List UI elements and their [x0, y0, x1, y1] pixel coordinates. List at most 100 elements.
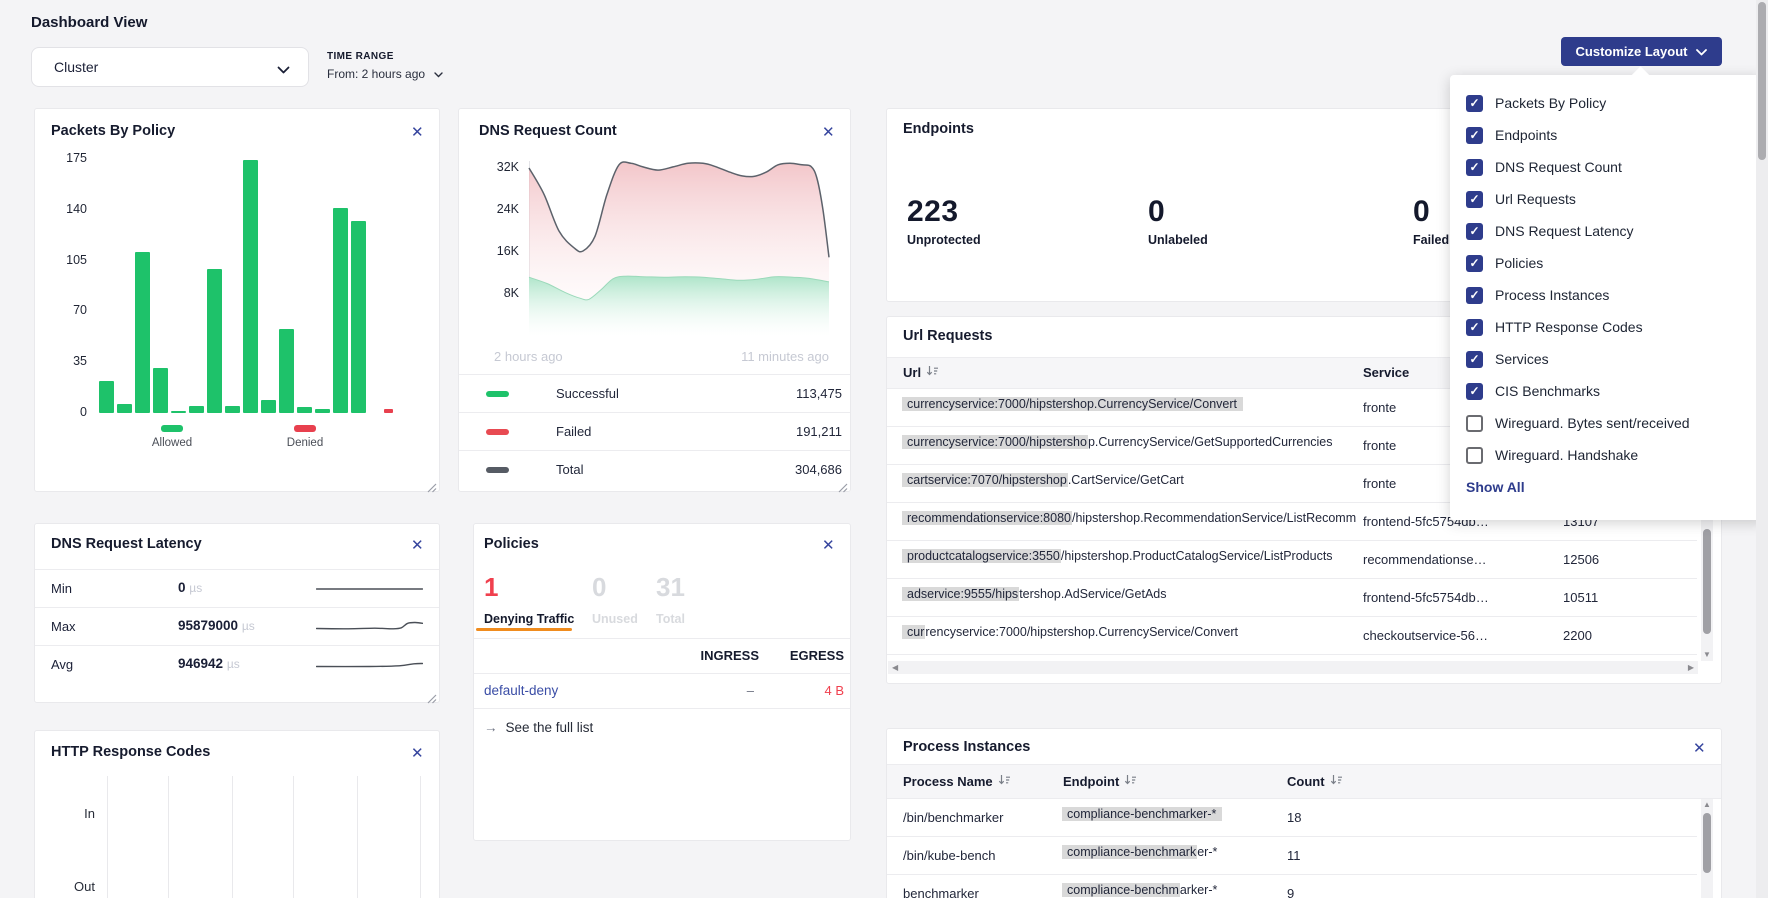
scroll-down-icon[interactable]: ▼ — [1703, 651, 1711, 659]
see-full-list-link[interactable]: →See the full list — [484, 720, 593, 735]
allowed-bar — [225, 406, 240, 413]
latency-row-avg: Avg 946942 µs — [35, 645, 439, 683]
customize-menu-item-label: Wireguard. Handshake — [1495, 447, 1638, 463]
http-row-label-out: Out — [59, 879, 95, 894]
egress-column-header: EGRESS — [762, 648, 844, 663]
url-highlight: cur — [902, 625, 925, 639]
customize-menu-item[interactable]: Wireguard. Bytes sent/received — [1450, 407, 1765, 439]
customize-menu-item[interactable]: ✓ Policies — [1450, 247, 1765, 279]
customize-menu-item[interactable]: ✓Services — [1450, 343, 1765, 375]
checked-checkbox-icon[interactable]: ✓ — [1466, 159, 1483, 176]
checked-checkbox-icon[interactable]: ✓ — [1466, 351, 1483, 368]
url-cell: currencyservice:7000/hipstershop.Currenc… — [902, 397, 1360, 411]
resize-handle-icon[interactable] — [427, 691, 437, 701]
close-icon[interactable]: ✕ — [411, 125, 424, 140]
unchecked-checkbox-icon[interactable] — [1466, 447, 1483, 464]
total-swatch — [486, 467, 509, 473]
allowed-bar — [261, 400, 276, 413]
denied-legend-swatch — [294, 425, 316, 432]
horizontal-scrollbar[interactable]: ◀ ▶ — [888, 661, 1698, 674]
process-instances-card: Process Instances ✕ Process Name Endpoin… — [886, 728, 1722, 898]
legend-row-total: Total 304,686 — [459, 450, 850, 488]
close-icon[interactable]: ✕ — [822, 538, 835, 553]
policies-tab-unused[interactable]: 0 Unused — [592, 572, 638, 626]
grid-line — [293, 776, 294, 898]
page-scrollbar[interactable] — [1756, 0, 1768, 898]
customize-menu-item[interactable]: ✓Process Instances — [1450, 279, 1765, 311]
packets-by-policy-title: Packets By Policy — [51, 123, 175, 139]
checked-checkbox-icon[interactable]: ✓ — [1466, 223, 1483, 240]
allowed-legend-swatch — [161, 425, 183, 432]
customize-layout-button[interactable]: Customize Layout — [1561, 37, 1722, 66]
process-name-cell: /bin/kube-bench — [903, 848, 1053, 863]
customize-menu-item[interactable]: ✓ Url Requests — [1450, 183, 1765, 215]
checked-checkbox-icon[interactable]: ✓ — [1466, 191, 1483, 208]
failed-label: Failed — [1413, 233, 1449, 247]
customize-menu-item-label: Policies — [1495, 255, 1543, 271]
close-icon[interactable]: ✕ — [822, 125, 835, 140]
show-all-link[interactable]: Show All — [1466, 479, 1525, 495]
vertical-scrollbar[interactable]: ▲ — [1701, 799, 1713, 898]
sort-icon — [1124, 774, 1137, 789]
close-icon[interactable]: ✕ — [411, 538, 424, 553]
process-name-column-header[interactable]: Process Name — [903, 774, 1011, 789]
url-request-row: adservice:9555/hipstershop.AdService/Get… — [887, 579, 1697, 617]
checked-checkbox-icon[interactable]: ✓ — [1466, 319, 1483, 336]
customize-menu-item[interactable]: ✓CIS Benchmarks — [1450, 375, 1765, 407]
time-range-label: TIME RANGE — [327, 51, 394, 62]
url-column-header[interactable]: Url — [903, 365, 939, 380]
url-rest: rencyservice:7000/hipstershop.CurrencySe… — [925, 625, 1238, 639]
endpoint-cell: compliance-benchmarker-* — [1062, 807, 1282, 821]
customize-menu-item[interactable]: ✓Packets By Policy — [1450, 87, 1765, 119]
scroll-right-icon[interactable]: ▶ — [1688, 664, 1694, 672]
dashboard-page: Dashboard View Cluster TIME RANGE From: … — [0, 0, 1768, 898]
checked-checkbox-icon[interactable]: ✓ — [1466, 287, 1483, 304]
customize-menu-item[interactable]: ✓Endpoints — [1450, 119, 1765, 151]
endpoint-highlight: compliance-benchmarker-* — [1062, 807, 1222, 821]
service-column-header[interactable]: Service — [1363, 365, 1409, 380]
view-select[interactable]: Cluster — [31, 47, 309, 87]
checked-checkbox-icon[interactable]: ✓ — [1466, 255, 1483, 272]
endpoint-column-header[interactable]: Endpoint — [1063, 774, 1137, 789]
http-row-label-in: In — [65, 806, 95, 821]
count-column-header[interactable]: Count — [1287, 774, 1343, 789]
policies-tab-total[interactable]: 31 Total — [656, 572, 685, 626]
checked-checkbox-icon[interactable]: ✓ — [1466, 127, 1483, 144]
customize-menu-item[interactable]: Wireguard. Handshake — [1450, 439, 1765, 471]
checked-checkbox-icon[interactable]: ✓ — [1466, 383, 1483, 400]
process-row: benchmarkercompliance-benchmarker-*9 — [887, 875, 1697, 898]
checked-checkbox-icon[interactable]: ✓ — [1466, 95, 1483, 112]
customize-menu-item[interactable]: ✓DNS Request Latency — [1450, 215, 1765, 247]
customize-menu-item[interactable]: ✓ HTTP Response Codes — [1450, 311, 1765, 343]
grid-line — [168, 776, 169, 898]
customize-menu-item[interactable]: ✓DNS Request Count — [1450, 151, 1765, 183]
unlabeled-label: Unlabeled — [1148, 233, 1208, 247]
resize-handle-icon[interactable] — [427, 480, 437, 490]
policy-name-link[interactable]: default-deny — [484, 683, 558, 698]
allowed-bar — [297, 407, 312, 413]
unprotected-label: Unprotected — [907, 233, 981, 247]
process-name-cell: benchmarker — [903, 886, 1053, 898]
resize-handle-icon[interactable] — [838, 480, 848, 490]
policies-card: Policies ✕ 1 Denying Traffic 0 Unused 31… — [473, 523, 851, 841]
failed-swatch — [486, 429, 509, 435]
x-end-label: 11 minutes ago — [679, 349, 829, 364]
allowed-bar — [117, 404, 132, 413]
time-range-control[interactable]: From: 2 hours ago — [327, 65, 443, 83]
x-start-label: 2 hours ago — [494, 349, 563, 364]
sort-icon — [998, 774, 1011, 789]
scroll-up-icon[interactable]: ▲ — [1703, 801, 1711, 809]
chevron-down-icon — [1696, 43, 1707, 61]
count-cell: 10511 — [1563, 590, 1653, 605]
endpoints-title: Endpoints — [903, 121, 974, 137]
policies-tab-denying[interactable]: 1 Denying Traffic — [484, 572, 574, 626]
allowed-bar — [135, 252, 150, 413]
unchecked-checkbox-icon[interactable] — [1466, 415, 1483, 432]
dns-request-count-title: DNS Request Count — [479, 123, 617, 139]
close-icon[interactable]: ✕ — [1693, 741, 1706, 756]
customize-menu-item-label: Url Requests — [1495, 191, 1576, 207]
min-sparkline — [316, 581, 423, 597]
customize-menu-item-label: HTTP Response Codes — [1495, 319, 1643, 335]
scroll-left-icon[interactable]: ◀ — [892, 664, 898, 672]
count-cell: 11 — [1287, 848, 1367, 863]
